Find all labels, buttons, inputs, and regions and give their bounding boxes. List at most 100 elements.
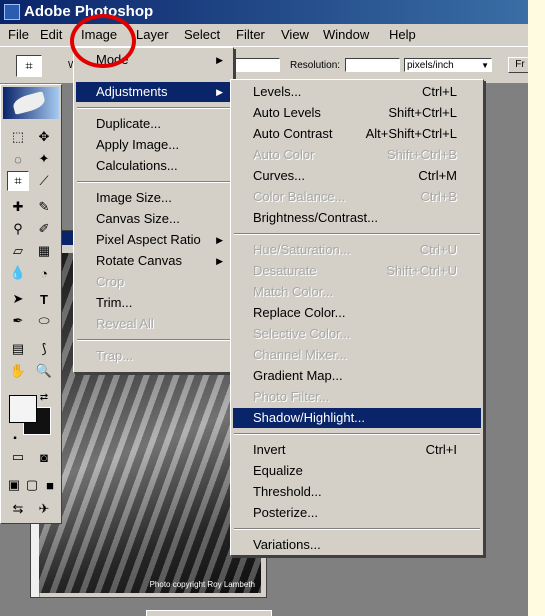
separator bbox=[77, 339, 230, 341]
magic-wand-icon[interactable]: ✦ bbox=[33, 149, 55, 169]
clone-stamp-icon[interactable]: ⚲ bbox=[7, 219, 29, 239]
screen-mode-full-menu-icon[interactable]: ▢ bbox=[23, 475, 41, 495]
separator bbox=[77, 181, 230, 183]
menu-filter[interactable]: Filter bbox=[232, 26, 269, 44]
menu-edit[interactable]: Edit bbox=[36, 26, 66, 44]
background-strip bbox=[528, 0, 545, 616]
crop-tool-preset-icon[interactable]: ⌗ bbox=[16, 55, 42, 77]
menu-item-brightness-contrast[interactable]: Brightness/Contrast... bbox=[233, 208, 481, 228]
submenu-arrow-icon: ▶ bbox=[216, 87, 223, 97]
feather-logo-icon bbox=[11, 91, 47, 115]
menu-item-replace-color[interactable]: Replace Color... bbox=[233, 303, 481, 323]
menu-item-invert[interactable]: Invert Ctrl+I bbox=[233, 440, 481, 460]
menu-layer[interactable]: Layer bbox=[132, 26, 173, 44]
jump-icon[interactable]: ✈ bbox=[33, 499, 55, 519]
resolution-field[interactable] bbox=[345, 58, 400, 72]
menu-item-auto-levels[interactable]: Auto Levels Shift+Ctrl+L bbox=[233, 103, 481, 123]
submenu-arrow-icon: ▶ bbox=[216, 235, 223, 245]
height-field[interactable] bbox=[230, 58, 280, 72]
eyedropper-icon[interactable]: ⟆ bbox=[33, 339, 55, 359]
menu-item-levels[interactable]: Levels... Ctrl+L bbox=[233, 82, 481, 102]
imageready-icon[interactable]: ⇆ bbox=[7, 499, 29, 519]
adjustments-submenu: Levels... Ctrl+L Auto Levels Shift+Ctrl+L … bbox=[230, 79, 484, 556]
path-selection-icon[interactable]: ➤ bbox=[7, 289, 29, 309]
menu-help[interactable]: Help bbox=[385, 26, 420, 44]
lasso-tool-icon[interactable]: ◌ bbox=[7, 149, 29, 169]
menu-item-match-color: Match Color... bbox=[253, 284, 334, 299]
screen-mode-standard-icon[interactable]: ▣ bbox=[5, 475, 23, 495]
type-tool-icon[interactable]: T bbox=[33, 289, 55, 309]
title-bar: Adobe Photoshop bbox=[0, 0, 528, 24]
menu-item-posterize[interactable]: Posterize... bbox=[233, 503, 481, 523]
screen-mode-full-icon[interactable]: ■ bbox=[41, 475, 59, 495]
menu-item-apply-image[interactable]: Apply Image... bbox=[76, 135, 231, 155]
separator bbox=[234, 233, 480, 235]
menu-item-desaturate: Desaturate Shift+Ctrl+U bbox=[253, 263, 457, 278]
menu-item-hue-saturation: Hue/Saturation... Ctrl+U bbox=[253, 242, 457, 257]
hand-tool-icon[interactable]: ✋ bbox=[7, 361, 29, 381]
submenu-arrow-icon: ▶ bbox=[216, 55, 223, 65]
photoshop-screen: Adobe Photoshop File Edit Image Layer Se… bbox=[0, 0, 545, 616]
chevron-down-icon: ▼ bbox=[481, 61, 489, 70]
toolbox-header[interactable] bbox=[3, 87, 59, 119]
menu-item-equalize[interactable]: Equalize bbox=[233, 461, 481, 481]
toolbox: ⬚ ✥ ◌ ✦ ⌗ ⟋ ✚ ✎ ⚲ ✐ ▱ ▦ 💧 ◔ ➤ T ✒ ⬭ ▤ ⟆ … bbox=[0, 84, 62, 524]
default-colors-icon[interactable]: ▪ bbox=[7, 431, 23, 445]
status-panel bbox=[146, 610, 272, 616]
image-menu: Mode ▶ Adjustments ▶ Duplicate... Apply Im… bbox=[73, 47, 234, 373]
menu-item-trap: Trap... bbox=[96, 348, 134, 363]
menu-item-shadow-highlight[interactable]: Shadow/Highlight... bbox=[233, 408, 481, 428]
menu-view[interactable]: View bbox=[277, 26, 313, 44]
gradient-tool-icon[interactable]: ▦ bbox=[33, 241, 55, 261]
move-tool-icon[interactable]: ✥ bbox=[33, 127, 55, 147]
dodge-tool-icon[interactable]: ◔ bbox=[33, 263, 55, 283]
menu-select[interactable]: Select bbox=[180, 26, 224, 44]
menu-item-reveal-all: Reveal All bbox=[96, 316, 154, 331]
menu-item-curves[interactable]: Curves... Ctrl+M bbox=[233, 166, 481, 186]
menu-item-variations[interactable]: Variations... bbox=[233, 535, 481, 555]
zoom-tool-icon[interactable]: 🔍 bbox=[33, 361, 55, 381]
separator bbox=[77, 107, 230, 109]
brush-tool-icon[interactable]: ✎ bbox=[33, 197, 55, 217]
menu-item-calculations[interactable]: Calculations... bbox=[76, 156, 231, 176]
photoshop-icon bbox=[4, 4, 20, 20]
marquee-tool-icon[interactable]: ⬚ bbox=[7, 127, 29, 147]
notes-tool-icon[interactable]: ▤ bbox=[7, 339, 29, 359]
resolution-label: Resolution: bbox=[290, 60, 341, 71]
standard-mode-icon[interactable]: ▭ bbox=[7, 447, 29, 467]
quick-mask-icon[interactable]: ◙ bbox=[33, 447, 55, 467]
menu-item-rotate-canvas[interactable]: Rotate Canvas ▶ bbox=[76, 251, 231, 271]
slice-tool-icon[interactable]: ⟋ bbox=[33, 171, 55, 191]
menu-file[interactable]: File bbox=[4, 26, 33, 44]
blur-tool-icon[interactable]: 💧 bbox=[7, 263, 29, 283]
menu-window[interactable]: Window bbox=[319, 26, 373, 44]
submenu-arrow-icon: ▶ bbox=[216, 256, 223, 266]
swap-colors-icon[interactable]: ⇄ bbox=[37, 391, 51, 403]
separator bbox=[234, 433, 480, 435]
menu-item-duplicate[interactable]: Duplicate... bbox=[76, 114, 231, 134]
menu-item-canvas-size[interactable]: Canvas Size... bbox=[76, 209, 231, 229]
foreground-color-swatch[interactable] bbox=[9, 395, 37, 423]
menu-item-channel-mixer: Channel Mixer... bbox=[253, 347, 347, 362]
photo-credit: Photo copyright Roy Lambeth bbox=[149, 580, 255, 589]
menu-item-selective-color: Selective Color... bbox=[253, 326, 351, 341]
eraser-icon[interactable]: ▱ bbox=[7, 241, 29, 261]
menu-item-gradient-map[interactable]: Gradient Map... bbox=[233, 366, 481, 386]
units-value: pixels/inch bbox=[407, 60, 454, 71]
pen-tool-icon[interactable]: ✒ bbox=[7, 311, 29, 331]
healing-brush-icon[interactable]: ✚ bbox=[7, 197, 29, 217]
menu-item-auto-color: Auto Color Shift+Ctrl+B bbox=[253, 147, 457, 162]
history-brush-icon[interactable]: ✐ bbox=[33, 219, 55, 239]
shape-tool-icon[interactable]: ⬭ bbox=[33, 311, 55, 331]
menu-item-adjustments[interactable]: Adjustments ▶ bbox=[76, 82, 231, 102]
menu-item-pixel-aspect-ratio[interactable]: Pixel Aspect Ratio ▶ bbox=[76, 230, 231, 250]
separator bbox=[234, 528, 480, 530]
menu-item-trim[interactable]: Trim... bbox=[76, 293, 231, 313]
menu-item-image-size[interactable]: Image Size... bbox=[76, 188, 231, 208]
resolution-units-select[interactable]: pixels/inch ▼ bbox=[404, 58, 492, 72]
menu-item-color-balance: Color Balance... Ctrl+B bbox=[253, 189, 457, 204]
menu-item-threshold[interactable]: Threshold... bbox=[233, 482, 481, 502]
crop-tool-icon[interactable]: ⌗ bbox=[7, 171, 29, 191]
menu-item-auto-contrast[interactable]: Auto Contrast Alt+Shift+Ctrl+L bbox=[233, 124, 481, 144]
menu-item-photo-filter: Photo Filter... bbox=[253, 389, 330, 404]
